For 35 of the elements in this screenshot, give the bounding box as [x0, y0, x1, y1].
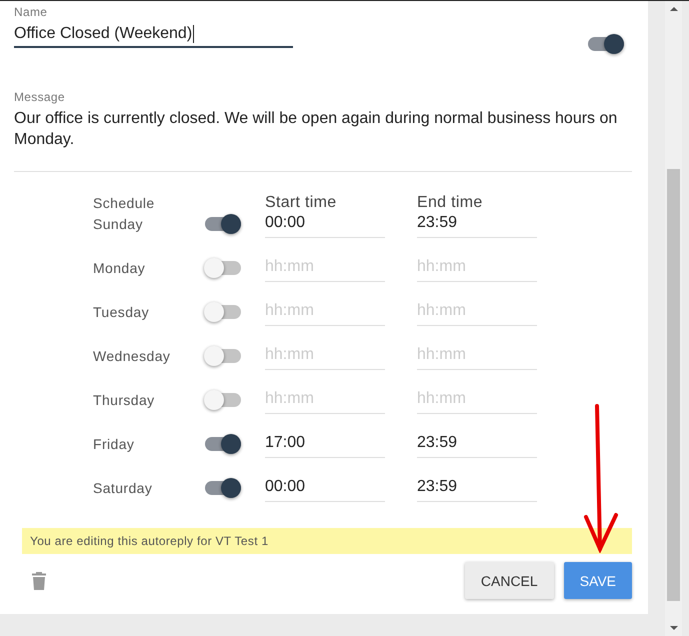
start-time-field[interactable]: 00:00: [265, 478, 385, 502]
end-time-field[interactable]: 23:59: [417, 214, 537, 238]
message-text[interactable]: Our office is currently closed. We will be open again during normal business hours on Monday.: [14, 108, 632, 150]
day-toggle[interactable]: [205, 349, 241, 363]
enabled-toggle[interactable]: [588, 37, 624, 51]
end-time-field[interactable]: 23:59: [417, 478, 537, 502]
day-toggle[interactable]: [205, 305, 241, 319]
day-label: Wednesday: [93, 348, 170, 364]
day-label: Tuesday: [93, 304, 149, 320]
name-field[interactable]: Office Closed (Weekend): [14, 23, 293, 48]
scrollbar[interactable]: [665, 1, 682, 636]
cancel-button[interactable]: CANCEL: [464, 562, 554, 599]
delete-icon[interactable]: [32, 572, 46, 590]
day-toggle[interactable]: [205, 481, 241, 495]
end-time-field[interactable]: 23:59: [417, 434, 537, 458]
column-header: End time: [417, 193, 484, 213]
column-header: Start time: [265, 193, 338, 213]
day-toggle[interactable]: [205, 261, 241, 275]
scroll-thumb[interactable]: [667, 169, 680, 601]
day-label: Monday: [93, 260, 146, 276]
schedule-header: Schedule: [93, 194, 156, 213]
scroll-down-icon[interactable]: [670, 626, 678, 630]
start-time-field[interactable]: 17:00: [265, 434, 385, 458]
start-time-field[interactable]: 00:00: [265, 214, 385, 238]
day-label: Saturday: [93, 480, 152, 496]
editing-notice: You are editing this autoreply for VT Test 1: [22, 528, 632, 554]
day-label: Friday: [93, 436, 134, 452]
day-label: Sunday: [93, 216, 143, 232]
day-toggle[interactable]: [205, 217, 241, 231]
day-toggle[interactable]: [205, 393, 241, 407]
name-label: Name: [14, 5, 48, 19]
scroll-up-icon[interactable]: [670, 7, 678, 11]
message-label: Message: [14, 90, 66, 104]
day-toggle[interactable]: [205, 437, 241, 451]
day-label: Thursday: [93, 392, 155, 408]
